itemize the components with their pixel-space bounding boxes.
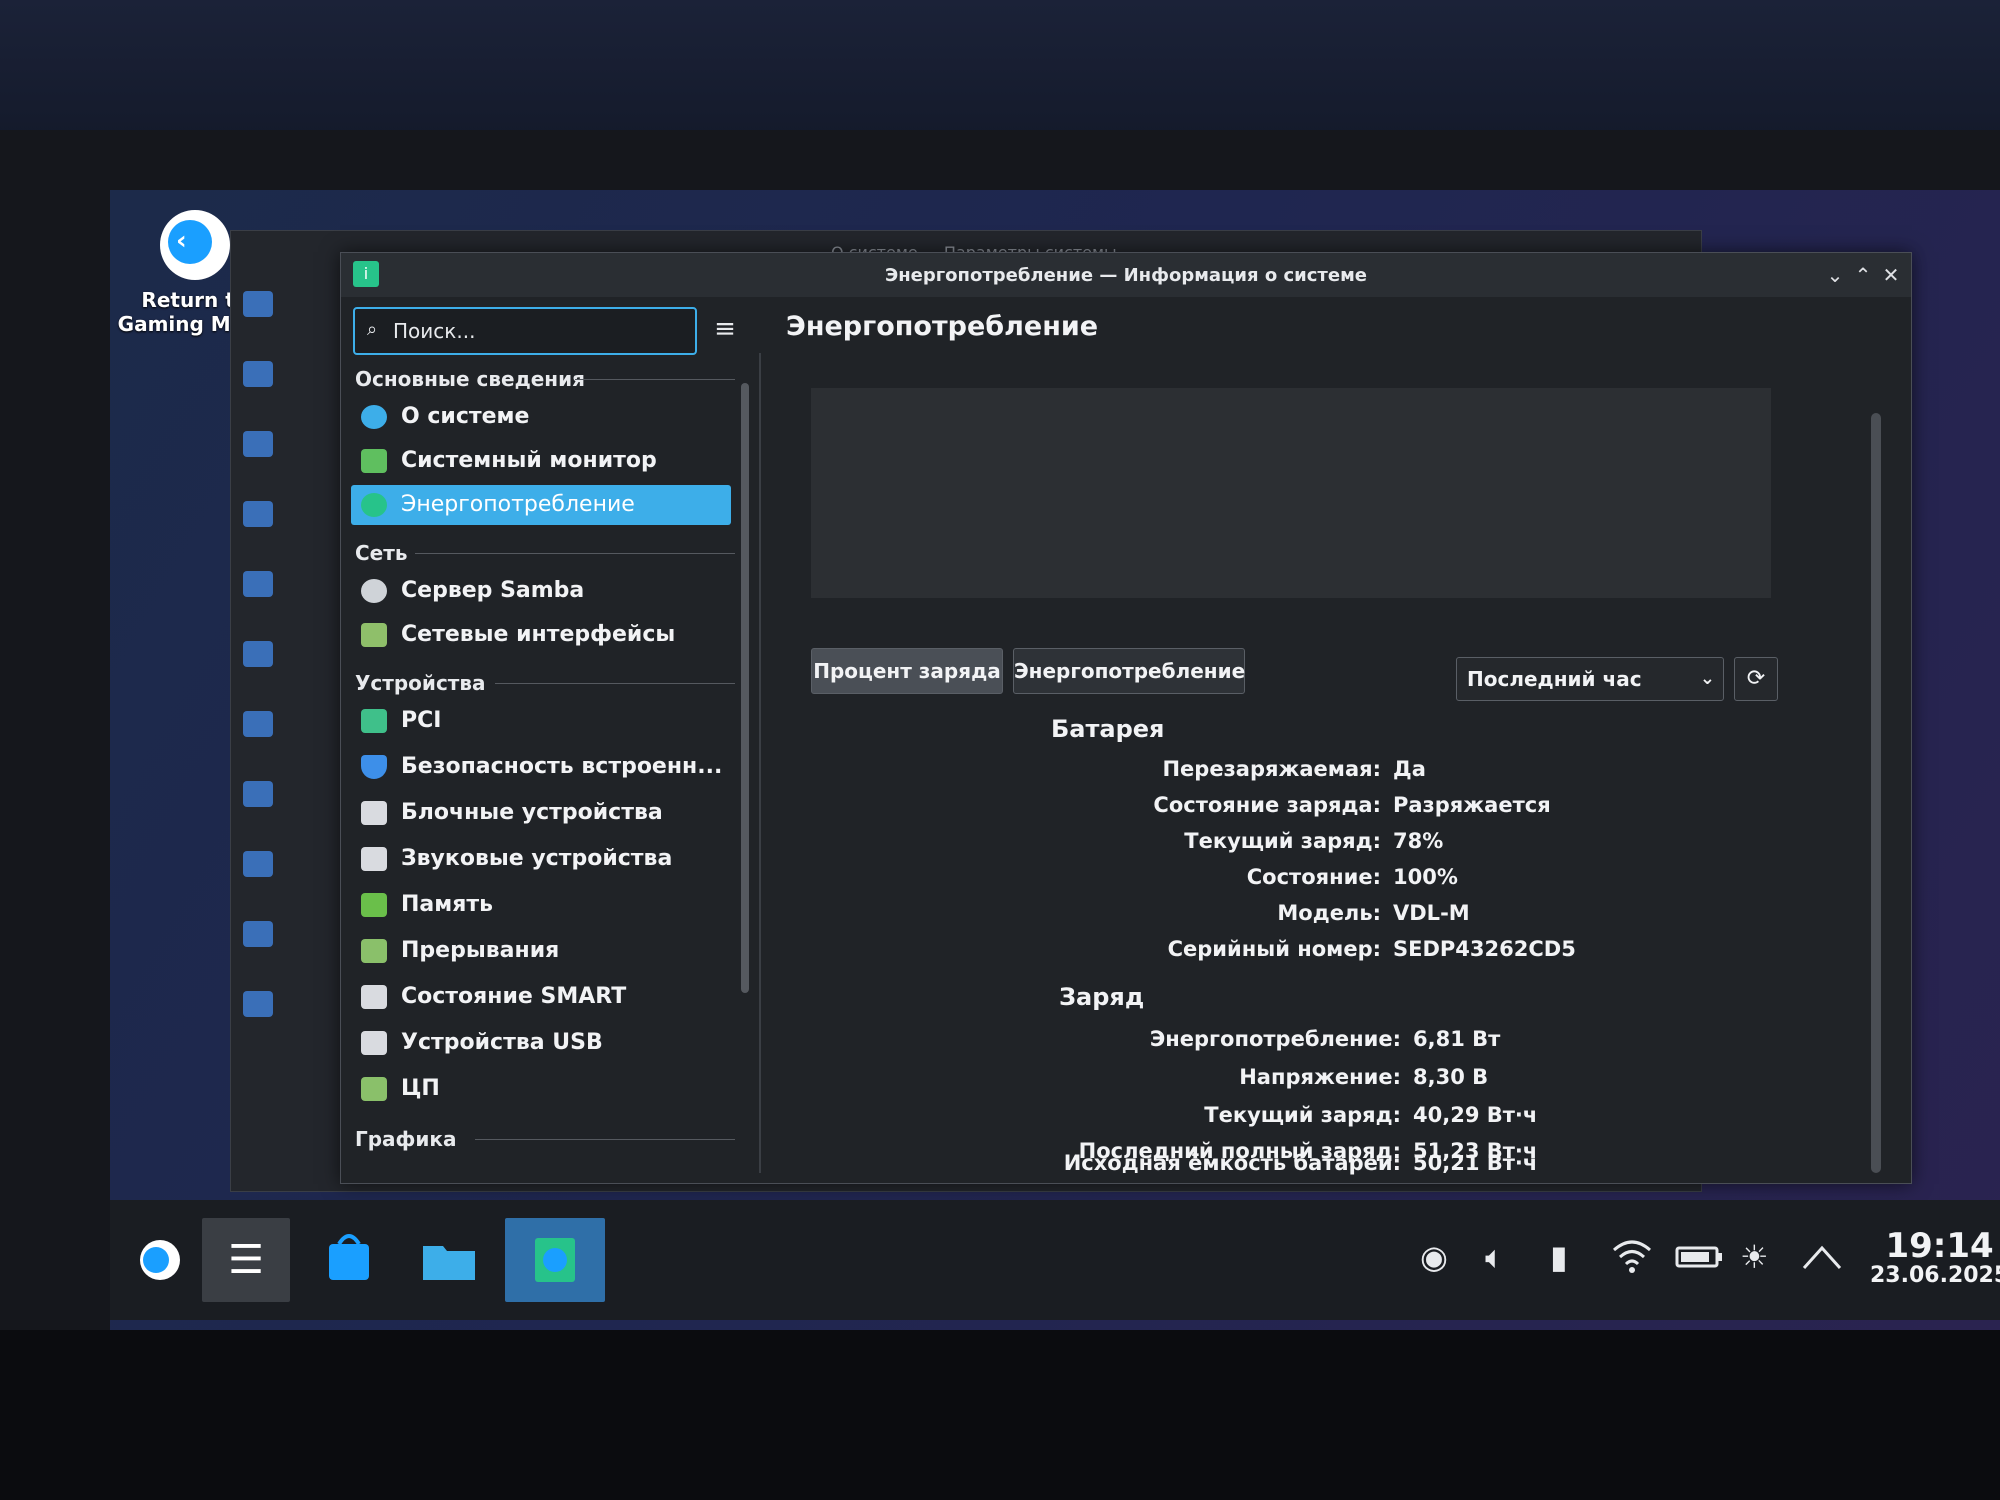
usb-icon [361,1031,387,1055]
taskbar-system-settings[interactable]: ☰ [202,1218,290,1302]
desktop-screen: ‹ Return to Gaming Mode О системе — Пара… [110,190,2000,1330]
sidebar-item-firmware-security[interactable]: Безопасность встроенн... [351,747,731,787]
system-monitor-icon [361,449,387,473]
samba-icon [361,579,387,603]
sd-card-icon[interactable]: ▮ [1550,1238,1568,1276]
volume-icon[interactable]: 🔈︎ [1485,1238,1504,1277]
taskbar-info-center[interactable] [505,1218,605,1302]
sidebar-item-memory[interactable]: Память [351,885,731,925]
info-center-window: i Энергопотребление — Информация о систе… [340,252,1912,1184]
taskbar-file-manager[interactable] [405,1218,493,1302]
block-devices-icon [361,801,387,825]
sidebar-item-audio-devices[interactable]: Звуковые устройства [351,839,731,879]
file-manager-icon [423,1246,475,1280]
sidebar-item-network-interfaces[interactable]: Сетевые интерфейсы [351,615,731,655]
audio-devices-icon [361,847,387,871]
shield-icon [361,755,387,779]
discover-store-icon [329,1234,369,1280]
section-network: Сеть [355,541,735,565]
background-fabric [0,0,2000,140]
taskbar: ☰ ◉ 🔈︎ ▮ ☀ 19:14 23.06.2025 [110,1200,2000,1320]
energy-icon [361,493,387,517]
sidebar-item-system-monitor[interactable]: Системный монитор [351,441,731,481]
page-title: Энергопотребление [786,311,1099,342]
sidebar-item-interrupts[interactable]: Прерывания [351,931,731,971]
history-chart-area [811,388,1771,598]
time-range-value: Последний час [1467,667,1642,691]
battery-icon[interactable] [1675,1238,1725,1282]
interrupts-icon [361,939,387,963]
sidebar-item-samba[interactable]: Сервер Samba [351,571,731,611]
sidebar-divider [759,353,761,1173]
sidebar-item-cpu[interactable]: ЦП [351,1069,731,1109]
hamburger-menu-button[interactable]: ≡ [709,315,741,343]
steam-icon[interactable]: ◉ [1420,1238,1448,1276]
sidebar-item-pci[interactable]: PCI [351,701,731,741]
sidebar-scrollbar[interactable] [741,383,749,993]
search-field[interactable]: ⌕ [353,307,697,355]
search-input[interactable] [391,315,685,347]
window-titlebar[interactable]: i Энергопотребление — Информация о систе… [341,253,1911,297]
info-icon [361,405,387,429]
sidebar-item-smart-status[interactable]: Состояние SMART [351,977,731,1017]
minimize-button[interactable]: ⌄ [1821,261,1849,289]
tab-energy-consumption[interactable]: Энергопотребление [1013,648,1245,694]
app-launcher-button[interactable] [130,1218,190,1302]
sidebar: Основные сведения О системе Системный мо… [341,359,751,1179]
steam-deck-logo-icon: ‹ [160,210,230,280]
window-title: Энергопотребление — Информация о системе [885,265,1367,286]
clock-time: 19:14 [1885,1226,1994,1266]
sidebar-item-block-devices[interactable]: Блочные устройства [351,793,731,833]
refresh-icon: ⟳ [1746,666,1766,691]
clock-date: 23.06.2025 [1870,1263,2000,1288]
refresh-button[interactable]: ⟳ [1734,657,1778,701]
sidebar-item-energy[interactable]: Энергопотребление [351,485,731,525]
content-scrollbar[interactable] [1871,413,1881,1173]
network-interfaces-icon [361,623,387,647]
search-icon: ⌕ [367,319,378,340]
section-graphics: Графика [355,1127,735,1151]
sidebar-item-usb-devices[interactable]: Устройства USB [351,1023,731,1063]
wifi-icon[interactable] [1610,1238,1654,1282]
close-button[interactable]: ✕ [1877,261,1905,289]
device-bezel-bottom [0,1330,2000,1500]
info-center-icon [535,1238,575,1282]
brightness-icon[interactable]: ☀ [1740,1238,1769,1276]
sidebar-item-about-system[interactable]: О системе [351,397,731,437]
maximize-button[interactable]: ⌃ [1849,261,1877,289]
smart-status-icon [361,985,387,1009]
clock[interactable]: 19:14 23.06.2025 [1870,1228,2000,1288]
battery-section-header: Батарея [1051,715,1165,743]
time-range-select[interactable]: Последний час ⌄ [1456,657,1724,701]
taskbar-discover[interactable] [305,1218,393,1302]
chevron-down-icon: ⌄ [1699,668,1715,689]
background-window-sidebar [231,271,291,1171]
memory-icon [361,893,387,917]
pci-icon [361,709,387,733]
cpu-icon [361,1077,387,1101]
app-launcher-icon [140,1240,180,1280]
expand-tray-icon[interactable] [1800,1238,1844,1282]
system-settings-icon: ☰ [228,1237,264,1283]
charge-section-header: Заряд [1059,983,1145,1011]
section-basic-info: Основные сведения [355,367,735,391]
tab-charge-percent[interactable]: Процент заряда [811,648,1003,694]
section-devices: Устройства [355,671,735,695]
